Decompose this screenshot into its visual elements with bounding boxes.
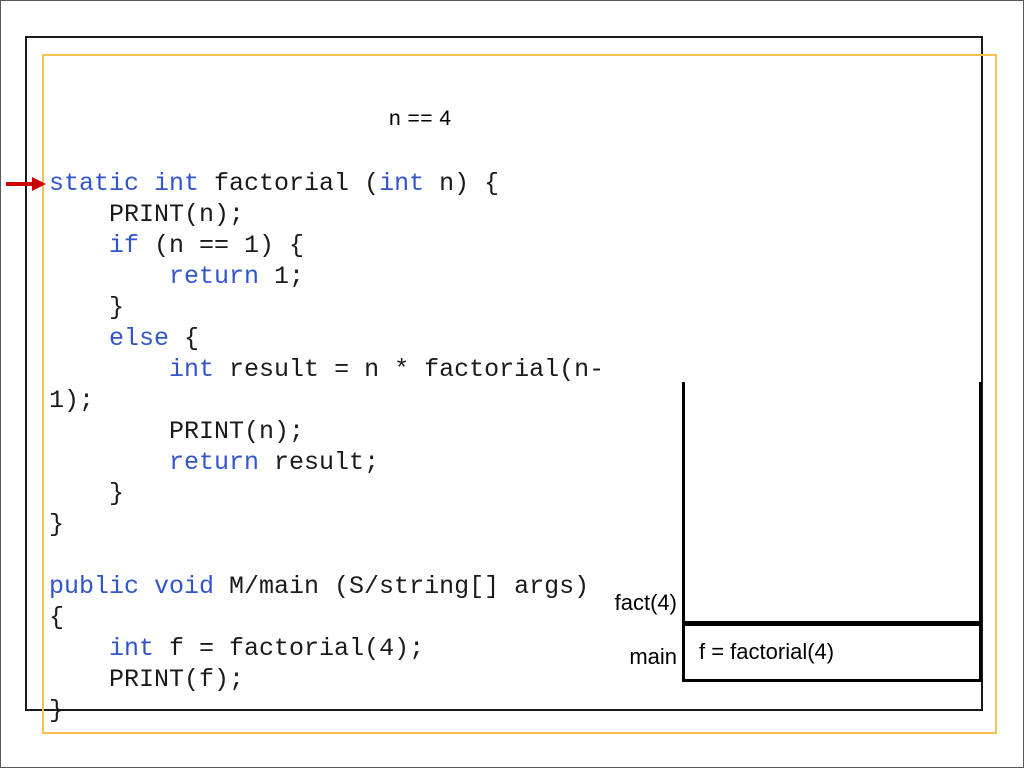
code-text: f = factorial(4); [154,634,425,663]
code-line: int result = n * factorial(n- [49,354,669,385]
code-text: } [49,510,65,539]
code-line: } [49,509,669,540]
code-line: return 1; [49,261,669,292]
code-line: static int factorial (int n) { [49,168,669,199]
code-text: } [109,479,125,508]
code-line: else { [49,323,669,354]
code-text: PRINT(n); [109,200,245,229]
code-text: } [49,696,65,725]
code-line: if (n == 1) { [49,230,669,261]
code-keyword: int [379,169,425,198]
code-line: } [49,478,669,509]
code-text: n) { [424,169,500,198]
code-keyword: if [109,231,140,260]
code-text: PRINT(n); [169,417,305,446]
stack-frame-main: f = factorial(4) [682,623,982,682]
stack-frame-main-content: f = factorial(4) [699,639,835,664]
stack-frame-label-fact: fact(4) [614,590,677,615]
code-keyword: int [169,355,215,384]
code-text: 1); [49,386,95,415]
code-text: { [49,603,65,632]
code-line: PRINT(n); [49,416,669,447]
code-listing: static int factorial (int n) { PRINT(n);… [49,168,669,726]
code-text: 1; [259,262,305,291]
code-line: } [49,695,669,726]
execution-pointer-arrow-icon [6,177,46,191]
code-keyword: return [169,262,260,291]
code-line: } [49,292,669,323]
code-text: (n == 1) { [139,231,305,260]
code-text: result = n * factorial(n- [214,355,605,384]
code-text: result; [259,448,380,477]
code-text: PRINT(f); [109,665,245,694]
code-keyword: static int [49,169,200,198]
code-text: M/main (S/string[] args) [214,572,590,601]
slide-canvas: n == 4 static int factorial (int n) { PR… [0,0,1024,768]
code-text: factorial ( [199,169,380,198]
code-line: PRINT(n); [49,199,669,230]
code-keyword: else [109,324,170,353]
code-text: { [169,324,200,353]
code-line: 1); [49,385,669,416]
code-text: } [109,293,125,322]
code-keyword: return [169,448,260,477]
code-keyword: int [109,634,155,663]
stack-frame-label-main: main [629,644,677,669]
variable-annotation-n: n == 4 [389,107,452,130]
stack-frame-fact [682,382,982,624]
code-keyword: public void [49,572,215,601]
code-line: return result; [49,447,669,478]
